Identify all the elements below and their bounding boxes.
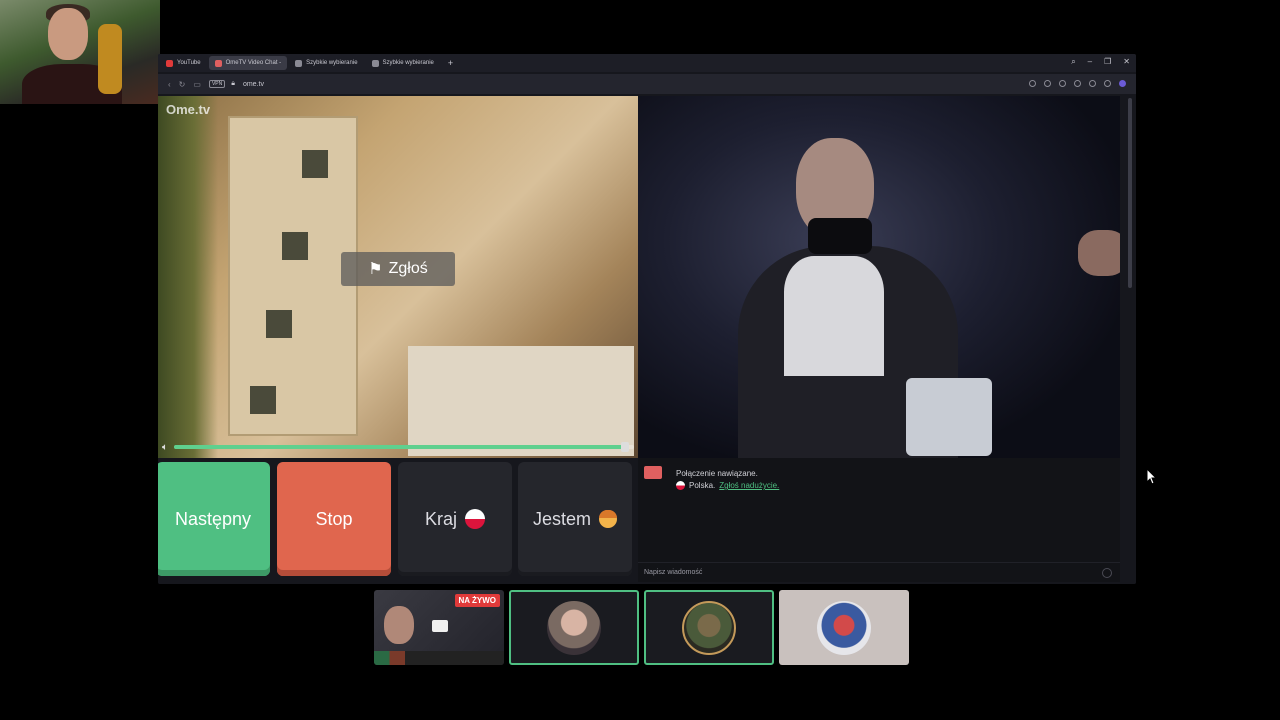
thumbnail-person bbox=[384, 606, 414, 644]
address-bar: ‹ ↻ ▭ VPN 🔒︎ ome.tv bbox=[158, 74, 1136, 94]
monitor-icon bbox=[432, 620, 448, 632]
vpn-badge[interactable]: VPN bbox=[208, 80, 226, 88]
close-icon[interactable]: ✕ bbox=[1123, 57, 1130, 67]
country-label: Kraj bbox=[424, 508, 457, 529]
gender-button[interactable]: Jestem bbox=[518, 462, 632, 576]
ometv-chat-icon bbox=[644, 466, 662, 479]
partner-country: Polska. bbox=[689, 481, 716, 490]
profile-icon[interactable] bbox=[1104, 80, 1111, 87]
volume-fill bbox=[174, 445, 625, 449]
tab-ometv[interactable]: OmeTV Video Chat - bbox=[208, 56, 288, 70]
door-pane bbox=[282, 232, 308, 260]
tab-label: Szybkie wybieranie bbox=[382, 60, 434, 66]
door-pane bbox=[302, 150, 328, 178]
thumbnail-buttons bbox=[374, 651, 504, 665]
webcam-face bbox=[48, 8, 88, 60]
video-plants bbox=[158, 96, 218, 458]
avatar bbox=[817, 600, 871, 655]
screen: YouTube OmeTV Video Chat - Szybkie wybie… bbox=[0, 0, 1280, 720]
url-field[interactable]: ome.tv bbox=[243, 81, 264, 88]
chat-panel: Połączenie nawiązane. Polska. Zgłoś nadu… bbox=[638, 458, 1120, 582]
tab-label: Szybkie wybieranie bbox=[306, 60, 358, 66]
poland-flag-icon bbox=[676, 481, 685, 490]
new-tab-button[interactable]: + bbox=[448, 58, 453, 68]
self-tshirt bbox=[784, 256, 884, 376]
shield-icon[interactable] bbox=[1059, 80, 1066, 87]
stream-thumbnail-live[interactable]: NA ŻYWO bbox=[374, 590, 504, 665]
speaker-icon[interactable]: 🔈︎ bbox=[162, 442, 168, 453]
grid-icon bbox=[371, 59, 379, 67]
flag-icon: ⚑ bbox=[368, 261, 383, 278]
reload-icon[interactable]: ↻ bbox=[179, 80, 186, 89]
stop-button[interactable]: Stop bbox=[277, 462, 391, 576]
live-badge: NA ŻYWO bbox=[454, 594, 500, 607]
stream-thumbnail-2[interactable] bbox=[509, 590, 639, 665]
self-microphone bbox=[808, 218, 872, 254]
self-mug bbox=[906, 378, 992, 456]
next-label: Następny bbox=[174, 508, 252, 529]
webcam-bottle bbox=[98, 24, 122, 94]
stranger-video: Ome.tv ⚑ Zgłoś 🔈︎ bbox=[158, 96, 638, 458]
tab-label: OmeTV Video Chat - bbox=[225, 60, 282, 66]
door-pane bbox=[266, 310, 292, 338]
connection-status: Połączenie nawiązane. bbox=[676, 469, 758, 478]
emoji-icon[interactable] bbox=[1102, 568, 1112, 578]
chat-placeholder: Napisz wiadomość bbox=[644, 569, 703, 576]
tab-label: YouTube bbox=[177, 60, 201, 66]
volume-control: 🔈︎ bbox=[162, 440, 634, 454]
heart-icon[interactable] bbox=[1074, 80, 1081, 87]
stream-thumbnail-3[interactable] bbox=[644, 590, 774, 665]
volume-knob[interactable] bbox=[620, 442, 629, 452]
self-hand bbox=[1078, 230, 1120, 276]
ometv-icon bbox=[214, 59, 222, 67]
snapshot-icon[interactable] bbox=[1044, 80, 1051, 87]
report-abuse-link[interactable]: Zgłoś nadużycie. bbox=[719, 481, 779, 490]
ometv-logo: Ome.tv bbox=[166, 102, 211, 117]
report-button[interactable]: ⚑ Zgłoś bbox=[341, 252, 455, 286]
self-video bbox=[638, 96, 1120, 458]
volume-slider[interactable] bbox=[174, 442, 634, 452]
next-button[interactable]: Następny bbox=[158, 462, 270, 576]
nav-buttons: ‹ ↻ ▭ bbox=[168, 80, 201, 89]
video-door bbox=[228, 116, 358, 436]
stop-label: Stop bbox=[315, 508, 353, 529]
back-icon[interactable]: ‹ bbox=[168, 80, 171, 89]
search-icon[interactable]: ⌕ bbox=[1071, 57, 1075, 67]
tab-bar: YouTube OmeTV Video Chat - Szybkie wybie… bbox=[158, 54, 1136, 72]
bookmark-icon[interactable]: ▭ bbox=[193, 80, 201, 89]
extension-icon[interactable] bbox=[1119, 80, 1126, 87]
tab-youtube[interactable]: YouTube bbox=[160, 56, 207, 70]
menu-icon[interactable] bbox=[1089, 80, 1096, 87]
page-scrollbar[interactable] bbox=[1128, 98, 1132, 288]
person-emoji-icon bbox=[599, 510, 618, 528]
extensions-area bbox=[1029, 80, 1126, 87]
stream-thumbnail-4[interactable] bbox=[779, 590, 909, 665]
report-label: Zgłoś bbox=[388, 260, 428, 277]
gender-label: Jestem bbox=[532, 508, 592, 529]
tab-speed-dial-2[interactable]: Szybkie wybieranie bbox=[366, 56, 440, 70]
tab-speed-dial-1[interactable]: Szybkie wybieranie bbox=[289, 56, 363, 70]
browser-window: YouTube OmeTV Video Chat - Szybkie wybie… bbox=[158, 54, 1136, 584]
grid-icon bbox=[295, 59, 303, 67]
minimize-icon[interactable]: – bbox=[1088, 57, 1092, 67]
maximize-icon[interactable]: ❐ bbox=[1104, 57, 1111, 67]
door-pane bbox=[250, 386, 276, 414]
avatar bbox=[547, 600, 601, 655]
window-controls: ⌕ – ❐ ✕ bbox=[1071, 57, 1130, 67]
country-button[interactable]: Kraj bbox=[398, 462, 512, 576]
streamer-webcam bbox=[0, 0, 160, 104]
partner-country-line: Polska. Zgłoś nadużycie. bbox=[676, 481, 779, 490]
camera-icon[interactable] bbox=[1029, 80, 1036, 87]
chat-input[interactable]: Napisz wiadomość bbox=[638, 562, 1120, 582]
avatar bbox=[682, 600, 736, 655]
youtube-icon bbox=[166, 59, 173, 67]
ometv-page: Ome.tv ⚑ Zgłoś 🔈︎ Następny Stop Kraj Jes… bbox=[158, 96, 1136, 584]
poland-flag-icon bbox=[465, 509, 485, 529]
lock-icon[interactable]: 🔒︎ bbox=[231, 80, 235, 88]
